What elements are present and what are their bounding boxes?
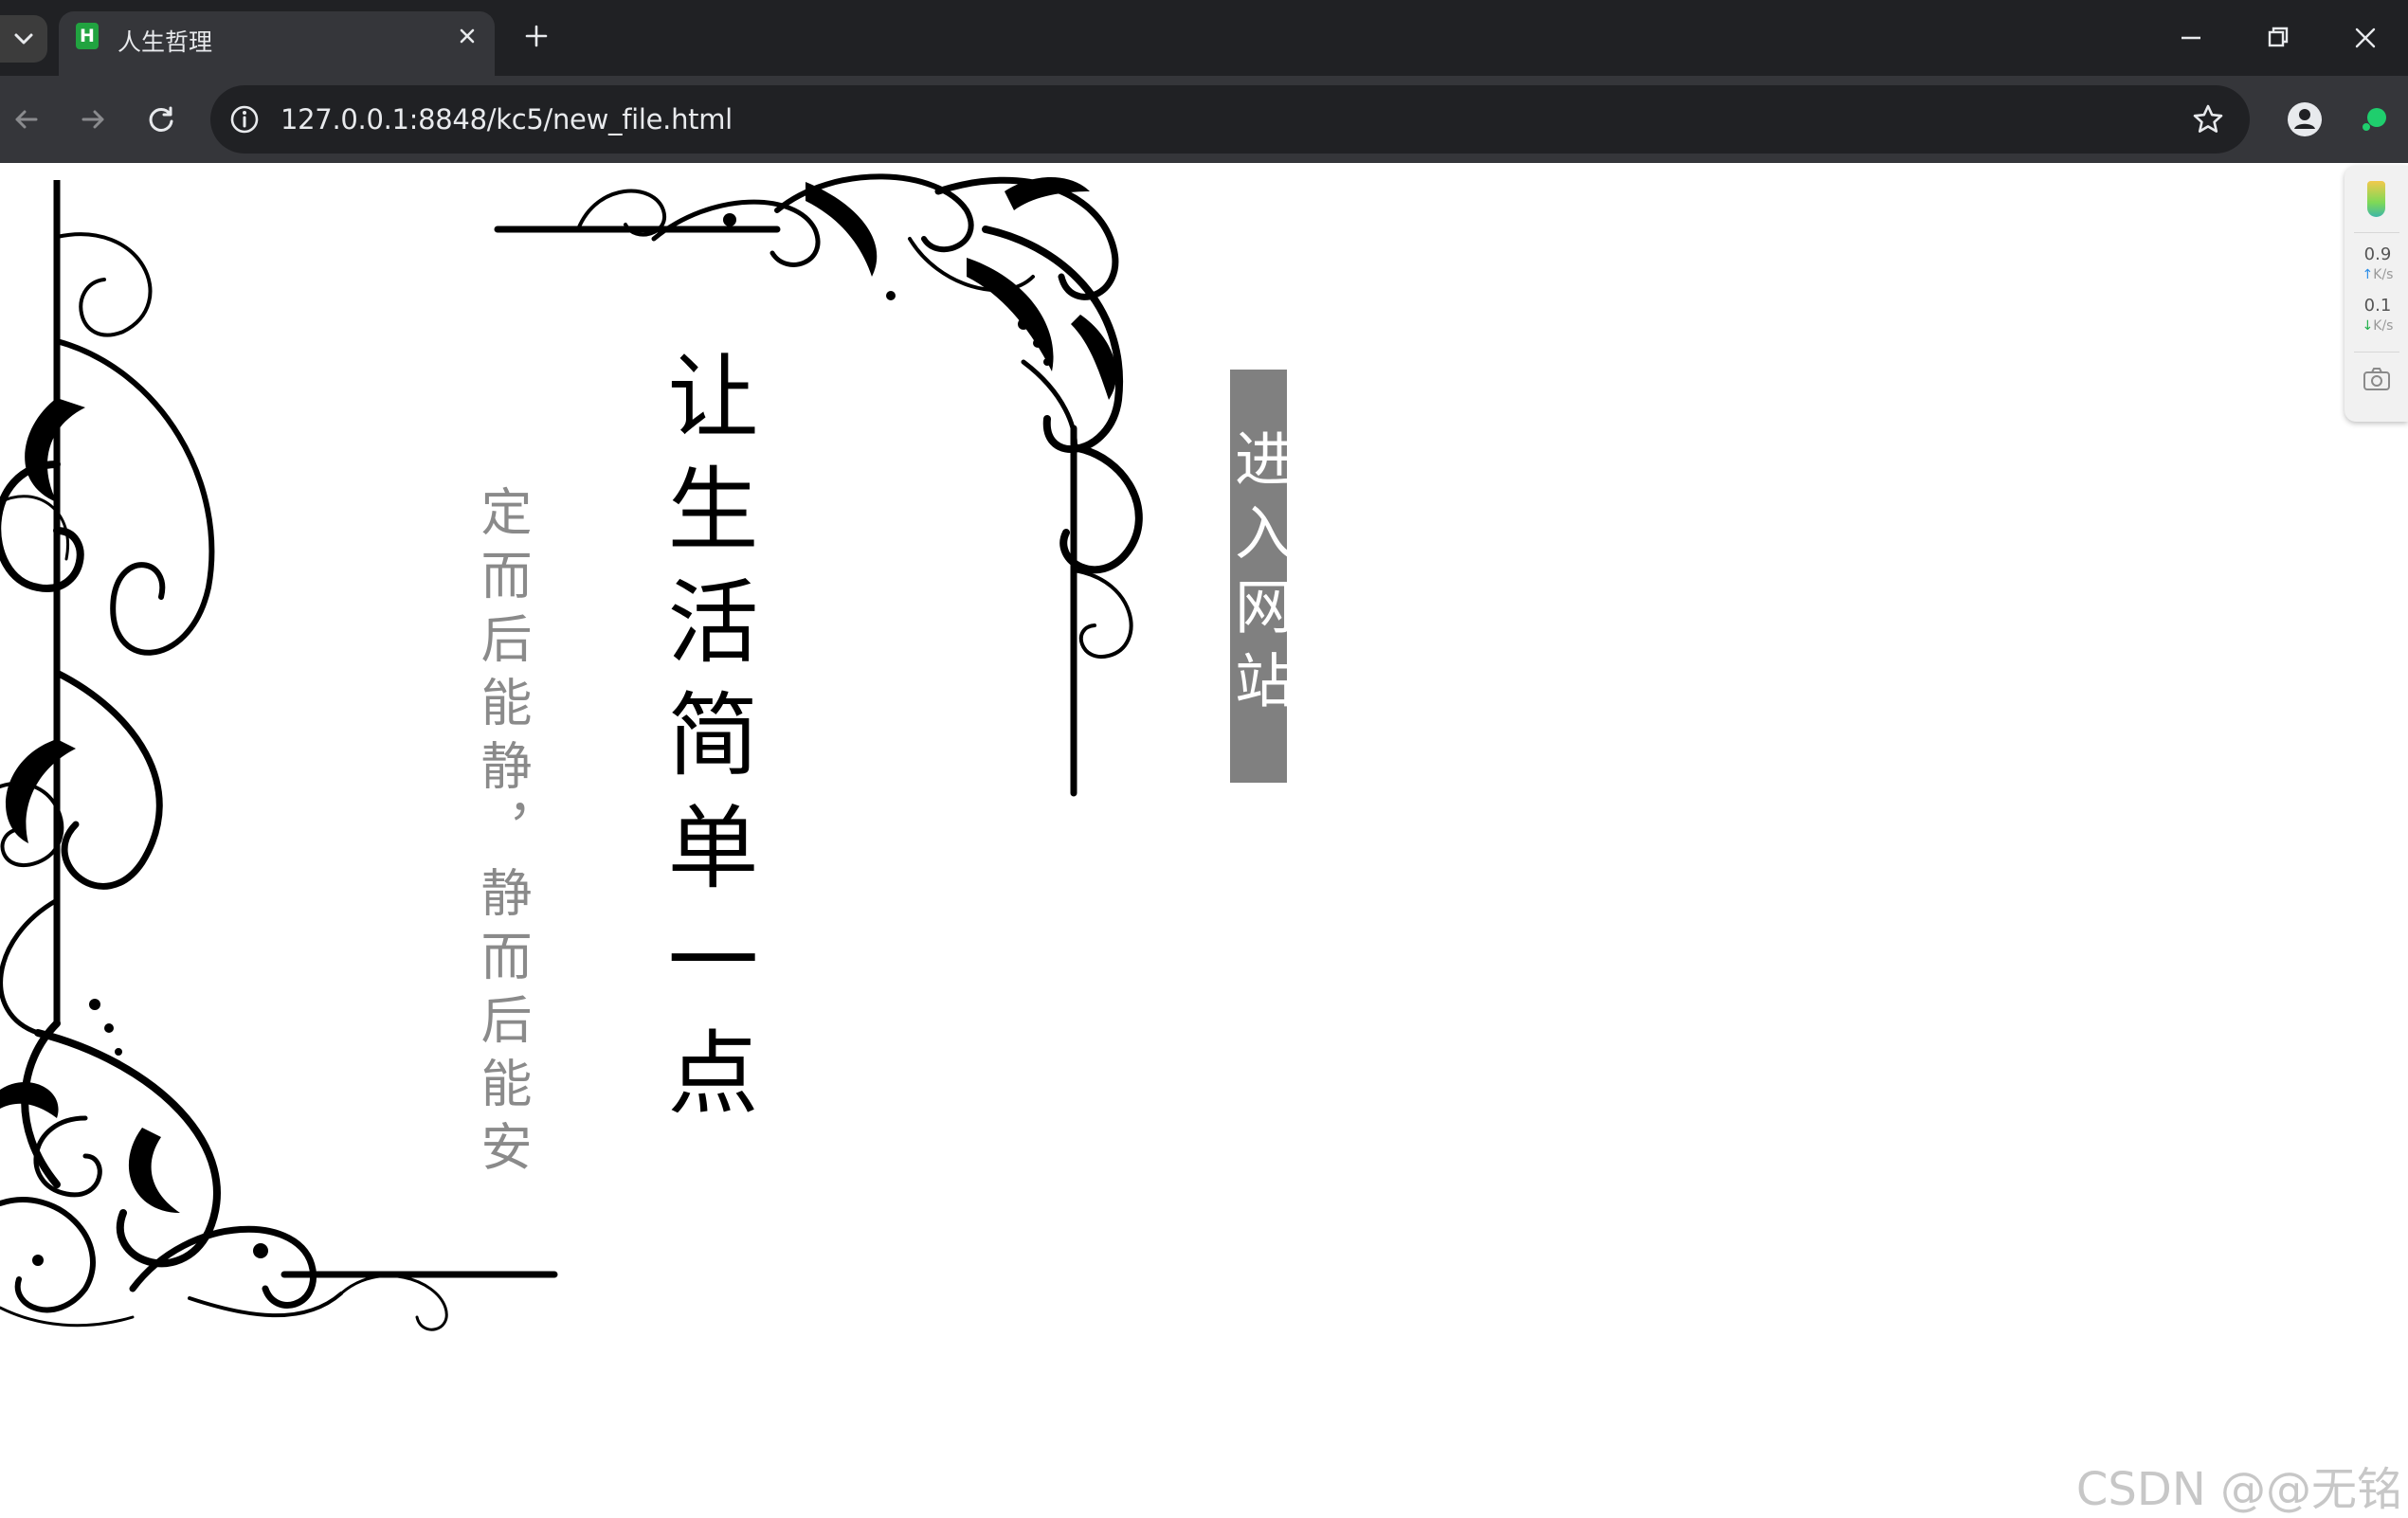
browser-titlebar: H 人生哲理 bbox=[0, 0, 2408, 76]
upload-speed-unit: K/s bbox=[2373, 267, 2394, 282]
favicon-icon: H bbox=[76, 23, 99, 49]
extension-icon[interactable] bbox=[2350, 95, 2399, 144]
tab-title: 人生哲理 bbox=[118, 28, 213, 56]
upload-speed: 0.9 ↑K/s bbox=[2350, 245, 2405, 284]
restore-icon[interactable] bbox=[2257, 17, 2299, 59]
download-speed-value: 0.1 bbox=[2363, 296, 2392, 316]
camera-icon[interactable] bbox=[2363, 367, 2391, 391]
site-info-icon[interactable] bbox=[227, 102, 262, 136]
close-tab-icon[interactable] bbox=[455, 24, 480, 48]
close-window-icon[interactable] bbox=[2345, 17, 2386, 59]
minimize-icon[interactable] bbox=[2170, 17, 2212, 59]
download-speed-unit: K/s bbox=[2373, 318, 2394, 334]
new-tab-button[interactable] bbox=[519, 19, 553, 53]
csdn-watermark: CSDN @@无铭 bbox=[2075, 1463, 2402, 1516]
upload-speed-value: 0.9 bbox=[2363, 244, 2392, 264]
address-bar[interactable]: 127.0.0.1:8848/kc5/new_file.html bbox=[210, 85, 2250, 154]
motto-text: 定而后能静，静而后能安 bbox=[472, 485, 532, 1184]
browser-toolbar: 127.0.0.1:8848/kc5/new_file.html bbox=[0, 76, 2408, 163]
bookmark-star-icon[interactable] bbox=[2189, 100, 2227, 138]
download-speed: 0.1 ↓K/s bbox=[2350, 297, 2405, 335]
forward-icon[interactable] bbox=[74, 100, 112, 138]
headline-text: 让生活简单一点 bbox=[652, 349, 758, 1138]
usage-gauge-icon bbox=[2367, 181, 2385, 217]
profile-avatar-icon[interactable] bbox=[2280, 95, 2329, 144]
chevron-down-icon bbox=[14, 33, 33, 45]
tab-search-button[interactable] bbox=[0, 15, 47, 63]
network-monitor-widget[interactable]: 0.9 ↑K/s 0.1 ↓K/s bbox=[2345, 166, 2408, 422]
page-content: 定而后能静，静而后能安 让生活简单一点 进入网站 CSDN @@无铭 bbox=[0, 163, 2408, 1516]
download-arrow-icon: ↓ bbox=[2362, 318, 2374, 334]
back-icon[interactable] bbox=[8, 100, 45, 138]
right-scroll-ornament bbox=[494, 173, 1143, 797]
reload-icon[interactable] bbox=[142, 100, 180, 138]
upload-arrow-icon: ↑ bbox=[2362, 267, 2374, 282]
tab-active[interactable]: H 人生哲理 bbox=[59, 11, 495, 76]
enter-site-button[interactable]: 进入网站 bbox=[1224, 370, 1294, 783]
url-text[interactable]: 127.0.0.1:8848/kc5/new_file.html bbox=[281, 103, 733, 136]
divider bbox=[2354, 232, 2399, 233]
